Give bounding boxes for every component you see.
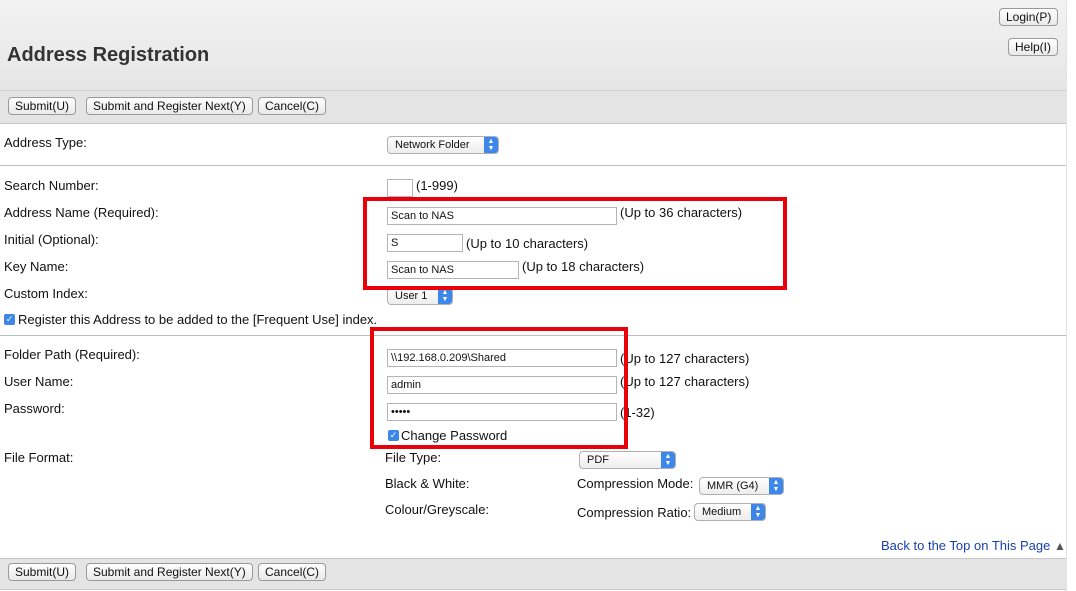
compression-ratio-label: Compression Ratio: xyxy=(577,505,692,520)
cancel-button[interactable]: Cancel(C) xyxy=(258,97,327,115)
folder-path-label: Folder Path (Required): xyxy=(4,347,140,362)
submit-button-bottom[interactable]: Submit(U) xyxy=(8,563,77,581)
folder-path-hint: (Up to 127 characters) xyxy=(620,351,750,366)
cancel-button-bottom[interactable]: Cancel(C) xyxy=(258,563,327,581)
user-name-hint: (Up to 127 characters) xyxy=(620,374,750,389)
password-label: Password: xyxy=(4,401,65,416)
compression-mode-label: Compression Mode: xyxy=(577,476,694,491)
address-name-label: Address Name (Required): xyxy=(4,205,159,220)
highlight-box-folder xyxy=(370,327,628,449)
custom-index-label: Custom Index: xyxy=(4,286,88,301)
search-number-hint: (1-999) xyxy=(416,178,458,193)
file-type-value: PDF xyxy=(587,454,609,466)
frequent-use-label: Register this Address to be added to the… xyxy=(18,312,378,327)
custom-index-value: User 1 xyxy=(395,290,428,302)
compression-ratio-select[interactable]: Medium ▲ ▼ xyxy=(694,503,766,521)
address-type-label: Address Type: xyxy=(4,135,87,150)
file-type-select[interactable]: PDF ▲ ▼ xyxy=(579,451,676,469)
user-name-label: User Name: xyxy=(4,374,74,389)
file-format-label: File Format: xyxy=(4,450,74,465)
checkbox-checked-icon: ✓ xyxy=(5,314,14,324)
triangle-up-icon: ▲ xyxy=(1053,539,1066,553)
compression-ratio-value: Medium xyxy=(702,506,742,518)
key-name-label: Key Name: xyxy=(4,259,69,274)
login-button[interactable]: Login(P) xyxy=(999,8,1058,26)
black-white-label: Black & White: xyxy=(385,476,470,491)
address-type-select[interactable]: Network Folder ▲ ▼ xyxy=(387,136,499,154)
scrollbar[interactable] xyxy=(1066,0,1076,591)
submit-register-next-button-bottom[interactable]: Submit and Register Next(Y) xyxy=(86,563,253,581)
initial-label: Initial (Optional): xyxy=(4,232,99,247)
up-down-arrows-icon: ▲ ▼ xyxy=(438,288,452,304)
highlight-box-address xyxy=(363,197,787,290)
up-down-arrows-icon: ▲ ▼ xyxy=(751,504,765,520)
search-number-label: Search Number: xyxy=(4,178,99,193)
frequent-use-checkbox[interactable]: ✓ xyxy=(4,314,15,325)
back-to-top-link[interactable]: Back to the Top on This Page ▲ xyxy=(881,538,1066,553)
address-type-value: Network Folder xyxy=(395,139,470,151)
submit-register-next-button[interactable]: Submit and Register Next(Y) xyxy=(86,97,253,115)
search-number-input[interactable] xyxy=(387,179,413,197)
up-down-arrows-icon: ▲ ▼ xyxy=(769,478,783,494)
submit-button[interactable]: Submit(U) xyxy=(8,97,77,115)
help-button[interactable]: Help(I) xyxy=(1008,38,1058,56)
file-type-label: File Type: xyxy=(385,450,442,465)
compression-mode-select[interactable]: MMR (G4) ▲ ▼ xyxy=(699,477,784,495)
compression-mode-value: MMR (G4) xyxy=(707,480,759,492)
up-down-arrows-icon: ▲ ▼ xyxy=(661,452,675,468)
back-to-top-label: Back to the Top on This Page xyxy=(881,538,1051,553)
colour-greyscale-label: Colour/Greyscale: xyxy=(385,502,490,517)
up-down-arrows-icon: ▲ ▼ xyxy=(484,137,498,153)
page-title: Address Registration xyxy=(7,44,210,66)
separator xyxy=(0,165,1066,166)
